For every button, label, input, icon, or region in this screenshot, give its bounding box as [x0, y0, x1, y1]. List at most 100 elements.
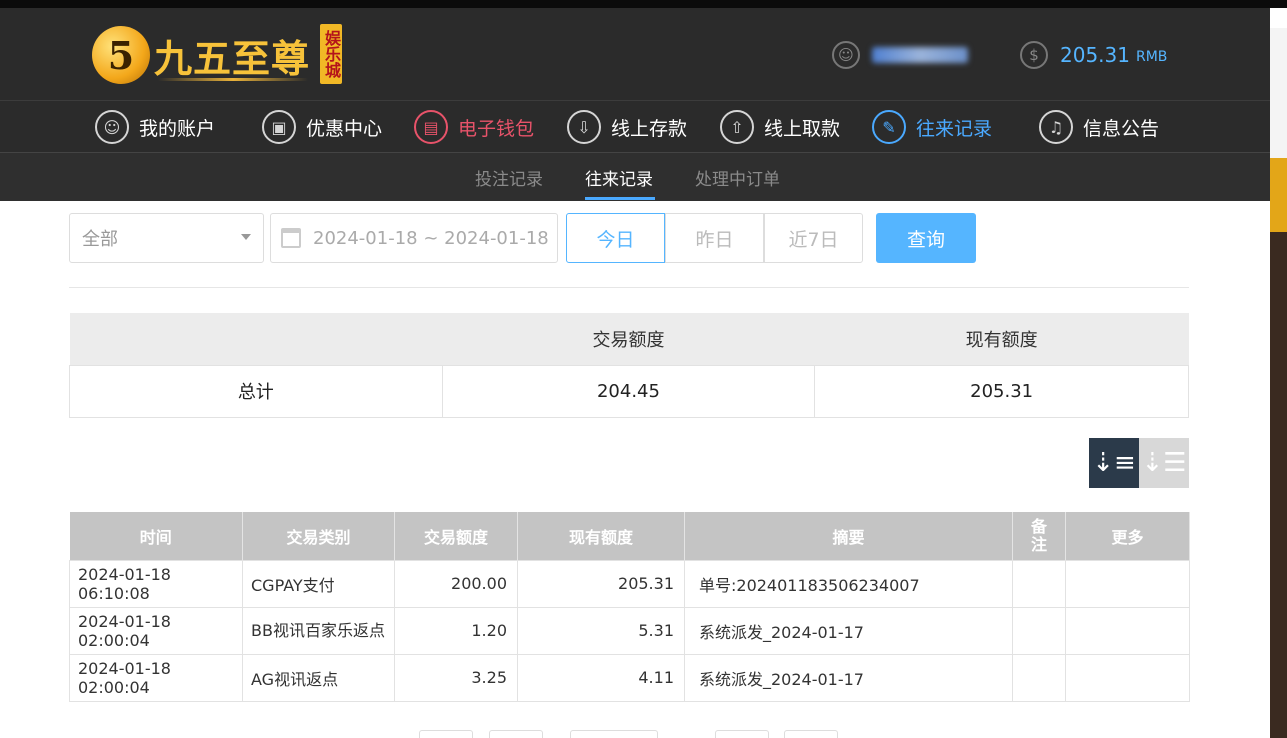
cell-more[interactable]	[1065, 653, 1190, 702]
nav-promotions[interactable]: ▣ 优惠中心	[262, 109, 382, 145]
side-panel	[1270, 28, 1287, 738]
balance-unit: RMB	[1135, 49, 1168, 65]
summary-trade-total: 204.45	[441, 364, 816, 418]
cell-remark	[1012, 653, 1066, 702]
logo-text: 九五至尊	[154, 36, 311, 81]
balance-info: $ 205.31 RMB	[1020, 40, 1167, 70]
cell-type: AG视讯返点	[242, 653, 395, 702]
cell-amount: 200.00	[394, 559, 518, 608]
logo-badge: 娱乐城	[320, 24, 342, 84]
bell-icon: ♫	[1039, 110, 1073, 144]
cell-summary: 系统派发_2024-01-17	[684, 653, 1013, 702]
cell-balance: 205.31	[517, 559, 685, 608]
divider	[69, 287, 1189, 288]
balance-amount: 205.31	[1060, 43, 1130, 67]
cell-summary: 系统派发_2024-01-17	[684, 606, 1013, 655]
user-info[interactable]: ☺	[832, 40, 968, 70]
summary-header-trade: 交易额度	[442, 313, 815, 365]
user-icon: ☺	[832, 41, 860, 69]
cell-balance: 5.31	[517, 606, 685, 655]
nav-announcements[interactable]: ♫ 信息公告	[1039, 109, 1159, 145]
sort-descending-icon[interactable]: ⇣≡	[1089, 438, 1139, 488]
sort-ascending-icon[interactable]: ⇣☰	[1139, 438, 1189, 488]
nav-label: 线上取款	[764, 117, 841, 140]
record-icon: ✎	[872, 110, 906, 144]
tab-transaction-records[interactable]: 往来记录	[585, 165, 653, 190]
logo-emblem: 5	[92, 26, 150, 84]
summary-header-blank	[69, 313, 443, 365]
pagination-next[interactable]	[715, 730, 769, 738]
summary-current-total: 205.31	[814, 364, 1189, 418]
cell-more[interactable]	[1065, 559, 1190, 608]
nav-label: 我的账户	[139, 117, 216, 140]
cell-balance: 4.11	[517, 653, 685, 702]
logo[interactable]: 5 九五至尊 娱乐城	[92, 22, 352, 88]
nav-records[interactable]: ✎ 往来记录	[872, 109, 992, 145]
chevron-down-icon	[241, 234, 251, 240]
cell-more[interactable]	[1065, 606, 1190, 655]
main-nav: ☺ 我的账户 ▣ 优惠中心 ▤ 电子钱包 ⇩ 线上存款 ⇧ 线上取款 ✎ 往来记…	[0, 100, 1270, 152]
side-panel-accent	[1270, 158, 1287, 232]
records-table: 时间 交易类别 交易额度 现有额度 摘要 备注 更多 2024-01-18 06…	[69, 512, 1190, 702]
username-redacted	[872, 47, 968, 63]
date-range-value: 2024-01-18 ~ 2024-01-18	[313, 227, 549, 249]
today-button[interactable]: 今日	[566, 213, 665, 263]
cell-amount: 3.25	[394, 653, 518, 702]
cell-remark	[1012, 606, 1066, 655]
table-row: 2024-01-18 02:00:04 BB视讯百家乐返点 1.20 5.31 …	[69, 606, 1190, 655]
tab-pending-orders[interactable]: 处理中订单	[695, 165, 780, 190]
user-icon: ☺	[95, 110, 129, 144]
table-row: 2024-01-18 02:00:04 AG视讯返点 3.25 4.11 系统派…	[69, 653, 1190, 702]
summary-label: 总计	[69, 364, 443, 418]
summary-header-current: 现有额度	[814, 313, 1189, 365]
side-panel-top	[1270, 28, 1287, 158]
col-remark: 备注	[1012, 512, 1066, 560]
nav-e-wallet[interactable]: ▤ 电子钱包	[414, 109, 534, 145]
query-button[interactable]: 查询	[876, 213, 976, 263]
nav-label: 信息公告	[1083, 117, 1160, 140]
yesterday-button[interactable]: 昨日	[665, 213, 764, 263]
deposit-icon: ⇩	[567, 110, 601, 144]
nav-label: 线上存款	[611, 117, 688, 140]
pagination-page-select[interactable]	[570, 730, 658, 738]
wallet-icon: ▤	[414, 110, 448, 144]
nav-online-withdraw[interactable]: ⇧ 线上取款	[720, 109, 840, 145]
pagination-last[interactable]	[784, 730, 838, 738]
calendar-icon	[281, 228, 301, 248]
withdraw-icon: ⇧	[720, 110, 754, 144]
nav-label: 电子钱包	[458, 117, 535, 140]
col-summary: 摘要	[684, 512, 1013, 560]
cell-amount: 1.20	[394, 606, 518, 655]
col-time: 时间	[69, 512, 243, 560]
type-select-value: 全部	[82, 229, 118, 250]
last-7-days-button[interactable]: 近7日	[764, 213, 863, 263]
nav-label: 优惠中心	[306, 117, 383, 140]
sub-nav: 投注记录 往来记录 处理中订单	[0, 152, 1270, 201]
top-strip	[0, 0, 1287, 8]
nav-label: 往来记录	[916, 117, 993, 140]
pagination-prev[interactable]	[489, 730, 543, 738]
pagination-first[interactable]	[419, 730, 473, 738]
summary-row: 总计 204.45 205.31	[69, 364, 1189, 418]
type-select[interactable]: 全部	[69, 213, 264, 263]
date-range-input[interactable]: 2024-01-18 ~ 2024-01-18	[270, 213, 558, 263]
gift-icon: ▣	[262, 110, 296, 144]
tab-bet-records[interactable]: 投注记录	[475, 165, 543, 190]
cell-type: BB视讯百家乐返点	[242, 606, 395, 655]
logo-ornament	[158, 78, 308, 81]
summary-table: 交易额度 现有额度 总计 204.45 205.31	[69, 313, 1189, 418]
active-tab-indicator	[585, 197, 655, 200]
records-header-row: 时间 交易类别 交易额度 现有额度 摘要 备注 更多	[69, 512, 1190, 560]
cell-type: CGPAY支付	[242, 559, 395, 608]
cell-summary: 单号:202401183506234007	[684, 559, 1013, 608]
col-balance: 现有额度	[517, 512, 685, 560]
col-amount: 交易额度	[394, 512, 518, 560]
cell-time: 2024-01-18 02:00:04	[69, 653, 243, 702]
col-more: 更多	[1065, 512, 1190, 560]
cell-remark	[1012, 559, 1066, 608]
cell-time: 2024-01-18 06:10:08	[69, 559, 243, 608]
cell-time: 2024-01-18 02:00:04	[69, 606, 243, 655]
nav-my-account[interactable]: ☺ 我的账户	[95, 109, 215, 145]
nav-online-deposit[interactable]: ⇩ 线上存款	[567, 109, 687, 145]
col-type: 交易类别	[242, 512, 395, 560]
